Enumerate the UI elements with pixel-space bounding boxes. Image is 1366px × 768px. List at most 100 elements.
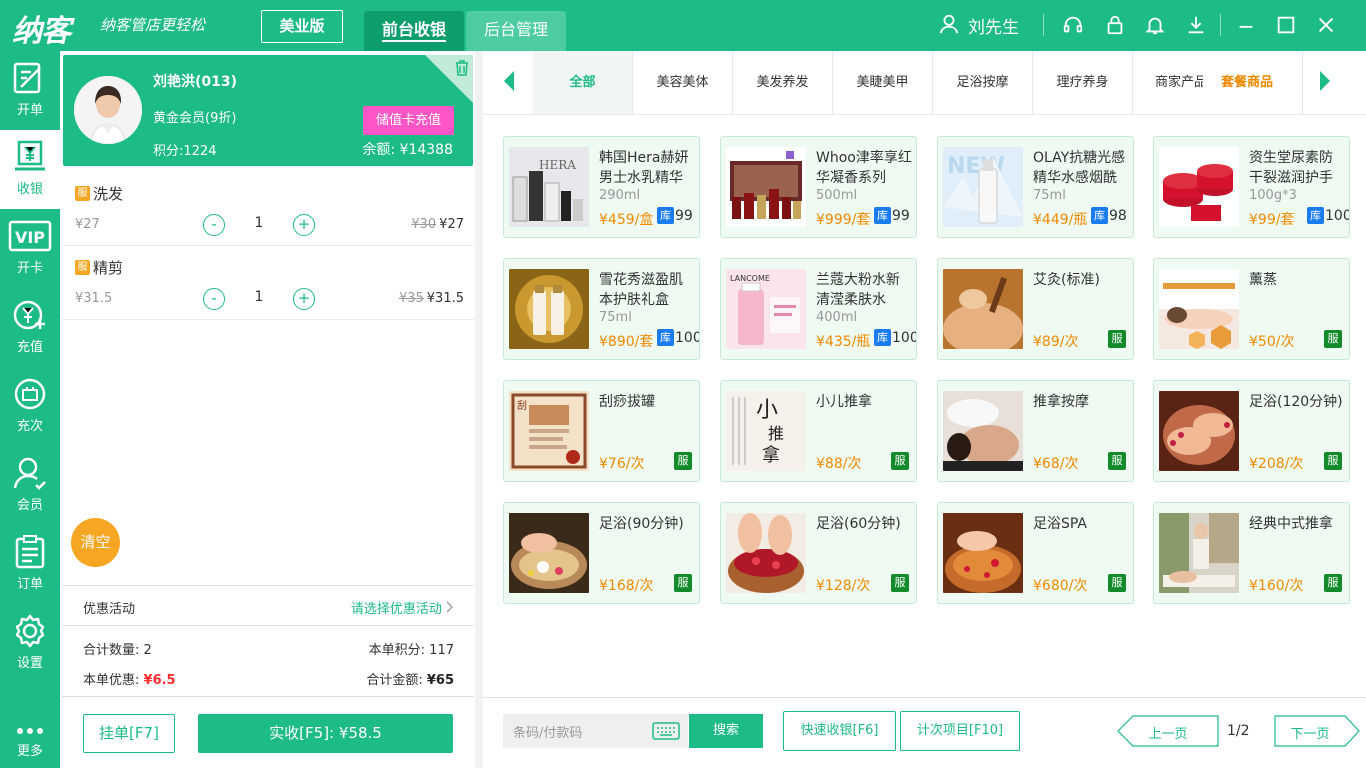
- service-badge: 服: [75, 260, 90, 275]
- sidebar-label: 充值: [16, 340, 43, 355]
- bottom-toolbar: 条码/付款码 搜索 快速收银[F6] 计次项目[F10] 上一页 1/2 下一页: [483, 697, 1366, 768]
- product-card[interactable]: LANCOME 兰蔻大粉水新清滢柔肤水 400ml ¥435/瓶 库 100: [720, 258, 917, 360]
- sidebar-item-refill-count[interactable]: 充次: [0, 367, 60, 446]
- service-name: 足浴(120分钟): [1249, 394, 1343, 410]
- product-card[interactable]: Whoo津率享红华凝香系列 500ml ¥999/套 库 99: [720, 136, 917, 238]
- stock-badge: 库: [1307, 207, 1324, 224]
- quick-cashier-button[interactable]: 快速收银[F6]: [783, 711, 896, 751]
- cart-line-item[interactable]: 服 精剪 ¥31.5 - 1 + ¥35 ¥31.5: [62, 246, 474, 320]
- scroll-right-icon[interactable]: [1319, 70, 1331, 92]
- decrease-qty-button[interactable]: -: [203, 288, 225, 310]
- lock-icon[interactable]: [1104, 14, 1126, 36]
- service-price: ¥208/次: [1249, 456, 1304, 472]
- service-card[interactable]: 足浴SPA ¥680/次 服: [937, 502, 1134, 604]
- item-price: ¥31.5: [75, 291, 113, 306]
- product-grid: HERA 韩国Hera赫妍男士水乳精华 290ml ¥459/盒 库 99 Wh…: [483, 115, 1366, 697]
- sidebar-item-orders[interactable]: 订单: [0, 525, 60, 604]
- category-item[interactable]: 套餐商品: [1203, 51, 1303, 114]
- pay-button[interactable]: 实收[F5]: ¥58.5: [198, 714, 453, 753]
- category-bar: 全部 美容美体 美发养发 美睫美甲 足浴按摩 理疗养身 商家产品 套餐商品: [483, 51, 1366, 115]
- sidebar-item-open-card[interactable]: VIP 开卡: [0, 209, 60, 288]
- item-total: ¥35 ¥31.5: [399, 291, 464, 306]
- next-page-button[interactable]: 下一页: [1274, 715, 1360, 747]
- current-user[interactable]: 刘先生: [968, 13, 1019, 38]
- service-card[interactable]: 足浴(90分钟) ¥168/次 服: [503, 502, 700, 604]
- avatar: [74, 76, 142, 144]
- product-card[interactable]: 资生堂尿素防干裂滋润护手 100g*3 ¥99/套 库 100: [1153, 136, 1350, 238]
- hang-order-button[interactable]: 挂单[F7]: [83, 714, 175, 753]
- edition-button[interactable]: 美业版: [261, 10, 343, 43]
- scroll-left-icon[interactable]: [503, 70, 515, 92]
- category-item[interactable]: 美睫美甲: [833, 51, 933, 114]
- sidebar-item-more[interactable]: 更多: [0, 714, 60, 768]
- service-card[interactable]: 小推拿 小儿推拿 ¥88/次 服: [720, 380, 917, 482]
- product-card[interactable]: NEW OLAY抗糖光感精华水感烟酰 75ml ¥449/瓶 库 98: [937, 136, 1134, 238]
- more-icon: [17, 728, 43, 734]
- close-icon[interactable]: [1315, 14, 1337, 36]
- order-amount: 合计金额: ¥65: [366, 669, 454, 688]
- clear-cart-button[interactable]: 清空: [71, 518, 120, 567]
- order-discount: 本单优惠: ¥6.5: [83, 669, 176, 688]
- barcode-search-input[interactable]: 条码/付款码: [503, 714, 688, 748]
- sidebar-item-recharge[interactable]: 充值: [0, 288, 60, 367]
- category-item[interactable]: 足浴按摩: [933, 51, 1033, 114]
- service-card[interactable]: 刮 刮痧拔罐 ¥76/次 服: [503, 380, 700, 482]
- service-badge: 服: [1324, 574, 1342, 592]
- item-qty[interactable]: 1: [252, 215, 266, 231]
- search-button[interactable]: 搜索: [689, 714, 763, 748]
- category-item[interactable]: 理疗养身: [1033, 51, 1133, 114]
- sidebar-item-settings[interactable]: 设置: [0, 604, 60, 683]
- download-icon[interactable]: [1185, 14, 1207, 36]
- product-card[interactable]: HERA 韩国Hera赫妍男士水乳精华 290ml ¥459/盒 库 99: [503, 136, 700, 238]
- cart-line-item[interactable]: 服 洗发 ¥27 - 1 + ¥30 ¥27: [62, 172, 474, 246]
- category-item[interactable]: 美发养发: [733, 51, 833, 114]
- stored-card-recharge-button[interactable]: 储值卡充值: [363, 106, 454, 135]
- prev-page-button[interactable]: 上一页: [1117, 715, 1219, 747]
- count-items-button[interactable]: 计次项目[F10]: [900, 711, 1020, 751]
- service-card[interactable]: 经典中式推拿 ¥160/次 服: [1153, 502, 1350, 604]
- trash-icon[interactable]: [455, 60, 469, 76]
- service-card[interactable]: 足浴(120分钟) ¥208/次 服: [1153, 380, 1350, 482]
- tab-front-cashier[interactable]: 前台收银: [364, 11, 464, 51]
- sidebar-item-cashier[interactable]: 收银: [0, 130, 60, 209]
- service-card[interactable]: 艾灸(标准) ¥89/次 服: [937, 258, 1134, 360]
- item-qty[interactable]: 1: [252, 289, 266, 305]
- service-price: ¥89/次: [1033, 334, 1079, 350]
- service-price: ¥680/次: [1033, 578, 1088, 594]
- cart-panel: 刘艳洪(013) 黄金会员(9折) 积分:1224 余额: ¥14388 储值卡…: [62, 51, 474, 768]
- user-icon: [939, 14, 959, 34]
- promo-select-label: 请选择优惠活动: [350, 602, 442, 617]
- category-item[interactable]: 商家产品: [1133, 51, 1203, 114]
- increase-qty-button[interactable]: +: [293, 214, 315, 236]
- decrease-qty-button[interactable]: -: [203, 214, 225, 236]
- item-name: 精剪: [93, 259, 124, 277]
- maximize-icon[interactable]: [1275, 14, 1297, 36]
- promotion-row[interactable]: 优惠活动 请选择优惠活动: [62, 585, 474, 626]
- tab-back-office[interactable]: 后台管理: [466, 11, 566, 51]
- category-all[interactable]: 全部: [533, 51, 633, 114]
- product-image: LANCOME: [726, 269, 806, 349]
- keyboard-icon[interactable]: [652, 722, 680, 740]
- product-image: HERA: [509, 147, 589, 227]
- member-card[interactable]: 刘艳洪(013) 黄金会员(9折) 积分:1224 余额: ¥14388 储值卡…: [63, 55, 473, 166]
- increase-qty-button[interactable]: +: [293, 288, 315, 310]
- service-card[interactable]: 推拿按摩 ¥68/次 服: [937, 380, 1134, 482]
- headset-icon[interactable]: [1062, 14, 1084, 36]
- panel-divider: [475, 51, 483, 768]
- stock-count: 100: [675, 330, 700, 346]
- stock-badge: 库: [1091, 207, 1108, 224]
- promo-select[interactable]: 请选择优惠活动: [351, 598, 454, 617]
- product-card[interactable]: 雪花秀滋盈肌本护肤礼盒 75ml ¥890/套 库 100: [503, 258, 700, 360]
- product-name: 雪花秀滋盈肌本护肤礼盒: [599, 272, 683, 308]
- svg-text:VIP: VIP: [15, 228, 45, 247]
- category-item[interactable]: 美容美体: [633, 51, 733, 114]
- sidebar-item-open-order[interactable]: 开单: [0, 51, 60, 130]
- service-card[interactable]: 足浴(60分钟) ¥128/次 服: [720, 502, 917, 604]
- order-discount-value: ¥6.5: [143, 673, 176, 688]
- sidebar-item-member[interactable]: 会员: [0, 446, 60, 525]
- search-placeholder: 条码/付款码: [513, 726, 583, 741]
- service-card[interactable]: 薰蒸 ¥50/次 服: [1153, 258, 1350, 360]
- bell-icon[interactable]: [1144, 14, 1166, 36]
- minimize-icon[interactable]: [1235, 14, 1257, 36]
- service-name: 薰蒸: [1249, 272, 1277, 288]
